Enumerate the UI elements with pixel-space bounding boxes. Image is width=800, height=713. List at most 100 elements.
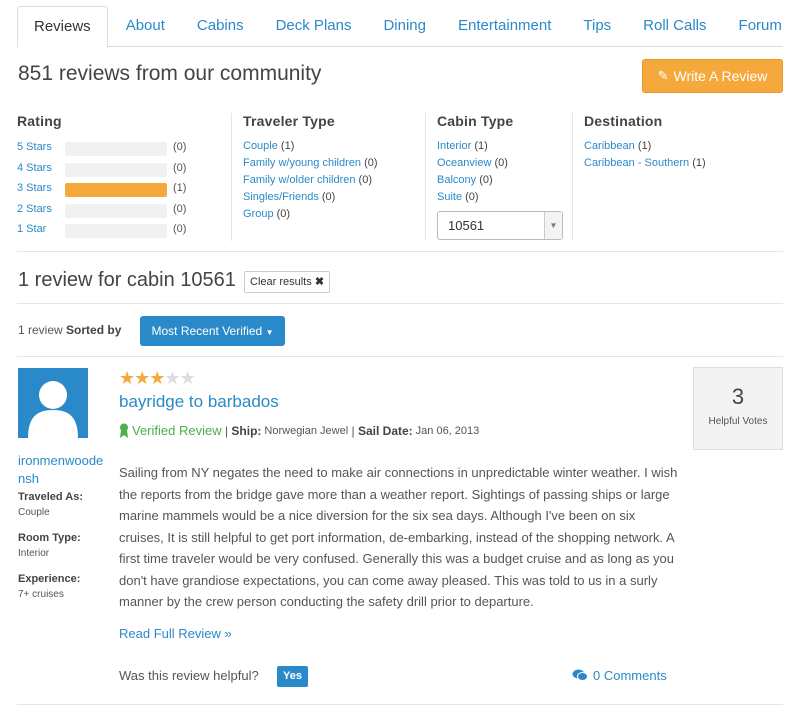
tab-about[interactable]: About [110,6,181,47]
rating-bar [65,183,167,197]
comments-label: 0 Comments [593,668,667,683]
rating-filter-label[interactable]: 5 Stars [17,141,52,153]
traveler-type-option: Family w/young children (0) [243,155,411,172]
cabin-number-value: 10561 [448,218,485,233]
rating-filter-row[interactable]: 4 Stars (0) [17,160,217,178]
sort-dropdown-label: Most Recent Verified [151,324,263,338]
traveler-type-option-count: (0) [276,208,291,220]
write-review-label: Write A Review [673,68,768,84]
close-icon: ✖ [314,276,325,288]
tab-dining[interactable]: Dining [367,6,442,47]
tab-entertainment[interactable]: Entertainment [442,6,567,47]
helpful-yes-button[interactable]: Yes [277,666,308,687]
rating-filter-label[interactable]: 1 Star [17,223,46,235]
divider [17,356,783,357]
tab-deck-plans[interactable]: Deck Plans [260,6,368,47]
rating-bar [65,142,167,156]
traveler-type-option-count: (0) [364,157,378,169]
destination-option-label[interactable]: Caribbean [584,140,635,152]
rating-filter-count: (0) [173,202,187,215]
rating-filter-count: (0) [173,223,187,235]
verified-ribbon-icon [120,423,128,438]
pencil-icon: ✎ [657,68,669,83]
traveler-type-option: Family w/older children (0) [243,172,411,189]
cabin-type-option-count: (0) [494,157,508,169]
cabin-type-option-label[interactable]: Suite [437,191,462,203]
cabin-type-option-label[interactable]: Oceanview [437,157,491,169]
traveler-type-option-label[interactable]: Group [243,208,274,220]
ship-label: Ship: [231,423,262,438]
cabin-type-option: Interior (1) [437,138,570,155]
traveler-type-option-count: (0) [321,191,336,203]
experience-value: 7+ cruises [18,589,64,600]
cabin-type-option-label[interactable]: Interior [437,140,471,152]
star-icon: ★ [164,368,180,388]
rating-filter-label[interactable]: 4 Stars [17,162,52,174]
page-title: 851 reviews from our community [18,62,322,85]
traveler-type-title: Traveler Type [243,113,335,129]
rating-filter-count: (0) [173,141,187,153]
cabin-type-title: Cabin Type [437,113,514,129]
rating-bar [65,162,167,177]
review-title[interactable]: bayridge to barbados [119,392,279,412]
destination-option-count: (1) [637,140,652,152]
traveled-as-label: Traveled As: [18,491,84,503]
traveler-type-option-label[interactable]: Couple [243,140,278,152]
tab-reviews[interactable]: Reviews [17,6,108,48]
avatar[interactable] [18,368,88,438]
ship-value: Norwegian Jewel [264,424,349,437]
rating-filter-row[interactable]: 3 Stars (1) [17,180,217,198]
tab-forum[interactable]: Forum [723,6,798,47]
helpful-question: Was this review helpful? [119,668,259,683]
destination-option-label[interactable]: Caribbean - Southern [584,157,689,169]
clear-results-button[interactable]: Clear results ✖ [244,271,331,293]
verified-review-label: Verified Review [132,423,222,438]
destination-filter: Destination Caribbean (1) Caribbean - Sou… [572,113,783,241]
sail-date-value: Jan 06, 2013 [415,424,480,437]
comments-link[interactable]: 0 Comments [572,668,667,683]
traveler-type-option-label[interactable]: Family w/young children [243,157,361,169]
helpful-votes-count: 3 [731,384,745,409]
traveled-as-value: Couple [18,507,50,518]
tab-tips[interactable]: Tips [567,6,627,47]
rating-filter-row[interactable]: 5 Stars (0) [17,139,217,157]
cabin-type-filter: Cabin Type Interior (1) Oceanview (0) Balc… [425,113,570,241]
divider [17,303,783,304]
star-icon: ★ [119,368,135,388]
tab-cabins[interactable]: Cabins [181,6,260,47]
traveler-type-option-count: (1) [280,140,295,152]
sail-date-label: Sail Date: [357,423,413,438]
read-full-review-link[interactable]: Read Full Review » [119,626,232,641]
separator: | [221,423,232,438]
destination-option-count: (1) [692,157,706,169]
cabin-number-select[interactable]: 10561 ▼ [437,211,563,240]
cabin-type-option: Balcony (0) [437,172,570,189]
rating-filter-count: (1) [173,182,187,194]
traveler-type-option: Group (0) [243,206,411,223]
review-meta-line: Verified Review | Ship: Norwegian Jewel … [119,423,479,438]
rating-filter-label[interactable]: 3 Stars [17,182,52,194]
rating-filter-row[interactable]: 2 Stars (0) [17,201,217,219]
sort-dropdown-button[interactable]: Most Recent Verified ▼ [140,316,285,346]
rating-filter-label[interactable]: 2 Stars [17,203,52,215]
traveler-type-option-label[interactable]: Singles/Friends [243,191,319,203]
reviewer-username[interactable]: ironmenwoodensh [18,452,110,488]
rating-filter-row[interactable]: 1 Star (0) [17,221,217,239]
tab-bar: Reviews About Cabins Deck Plans Dining E… [17,6,783,48]
room-type-label: Room Type: [18,532,81,544]
rating-filter-title: Rating [17,113,62,129]
sorted-by-label: Sorted by [66,323,122,337]
traveler-type-option-label[interactable]: Family w/older children [243,174,355,186]
write-review-button[interactable]: ✎ Write A Review [642,59,783,93]
star-icon: ★ [134,368,150,388]
cabin-type-option-label[interactable]: Balcony [437,174,476,186]
traveler-type-option-count: (0) [358,174,372,186]
rating-filter-count: (0) [173,161,187,174]
room-type-value: Interior [18,548,50,559]
destination-title: Destination [584,113,663,129]
star-icon: ★ [149,368,165,388]
review-body: Sailing from NY negates the need to make… [119,465,678,609]
rating-filter: Rating 5 Stars (0) 4 Stars (0) 3 Stars (1) 2 S… [17,113,217,241]
helpful-votes-box: 3 Helpful Votes [693,367,783,450]
tab-roll-calls[interactable]: Roll Calls [627,6,722,47]
